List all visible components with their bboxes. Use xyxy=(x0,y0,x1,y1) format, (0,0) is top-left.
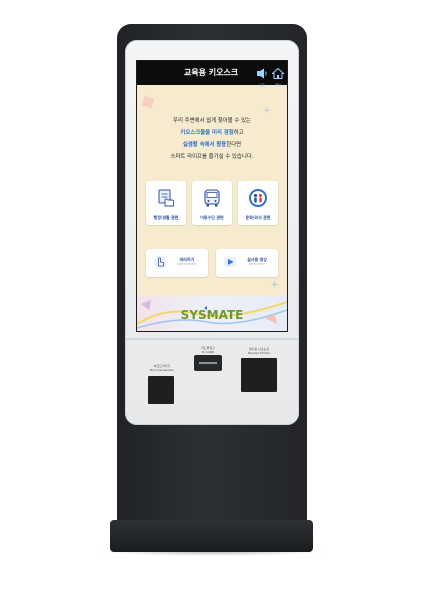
barcode-reader-label: 바코드리더기 Barcode Reader xyxy=(146,364,178,372)
sysmate-logo-text: SYSMATE xyxy=(181,308,243,322)
intro-line-3: 실생활 속에서 활용한다면 xyxy=(137,139,287,151)
deco-plus: + xyxy=(271,280,279,290)
play-icon xyxy=(224,257,236,267)
kiosk-base xyxy=(110,520,313,552)
home-button-label: 메인 xyxy=(275,83,281,87)
people-circle-icon xyxy=(249,189,267,207)
menu-admin-life-label: 행정/생활 관련 xyxy=(153,215,179,220)
receipt-printer-slot xyxy=(241,358,277,392)
home-button[interactable]: 메인 xyxy=(271,64,285,87)
pointer-hand-icon xyxy=(153,255,167,269)
receipt-printer-sub: Receipt Printer xyxy=(247,351,271,355)
screen-title: 교육용 키오스크 xyxy=(183,68,239,77)
intro-line-2-rest: 하고 xyxy=(233,130,244,136)
card-slot-sub: IC CARD xyxy=(201,350,215,354)
intro-line-1: 우리 주변에서 쉽게 찾아볼 수 있는 xyxy=(173,118,251,124)
intro-line-3-rest: 한다면 xyxy=(226,142,242,148)
barcode-reader-sub: Barcode Reader xyxy=(150,368,174,372)
sysmate-logo: SYSMATE xyxy=(181,306,243,322)
intro-highlight-2: 실생활 속에서 활용 xyxy=(182,142,227,148)
document-hand-icon xyxy=(158,189,174,207)
intro-line-2: 키오스크들을 미리 경험하고 xyxy=(137,127,287,139)
barcode-reader-slot xyxy=(148,376,174,404)
help-button[interactable]: 도움 xyxy=(255,64,269,87)
home-icon xyxy=(271,67,285,79)
bus-icon xyxy=(204,189,220,207)
menu-transport[interactable]: 이동수단 관련 xyxy=(192,181,232,225)
kiosk-screen: 교육용 키오스크 도움 메인 + + 우리 주변에서 쉽게 찾아볼 수 있는 키… xyxy=(136,60,288,332)
real-use-video-sub: 체험 영상 확인하기 xyxy=(249,264,265,266)
menu-admin-life[interactable]: 행정/생활 관련 xyxy=(146,181,186,225)
menu-culture-dining-label: 문화/외식 관련 xyxy=(245,215,271,220)
ic-card-slot-opening xyxy=(199,362,217,364)
real-use-video-label: 실사용 영상 xyxy=(247,257,267,262)
card-slot-label: 카드투입구 IC CARD xyxy=(190,346,226,354)
follow-along-sub: 단계별 따라하며 배우기 xyxy=(177,264,197,266)
intro-highlight-1: 키오스크들을 미리 경험 xyxy=(180,130,234,136)
menu-transport-label: 이동수단 관련 xyxy=(200,215,224,220)
screen-header: 교육용 키오스크 도움 메인 xyxy=(137,61,287,87)
face-divider xyxy=(125,338,299,340)
menu-culture-dining[interactable]: 문화/외식 관련 xyxy=(238,181,278,225)
intro-line-4: 스마트 라이프를 즐기실 수 있습니다. xyxy=(170,154,254,160)
real-use-video-button[interactable]: 실사용 영상 체험 영상 확인하기 xyxy=(216,249,278,277)
deco-square xyxy=(141,95,155,109)
help-button-label: 도움 xyxy=(259,83,265,87)
intro-text: 우리 주변에서 쉽게 찾아볼 수 있는 키오스크들을 미리 경험하고 실생활 속… xyxy=(137,115,287,163)
kiosk-stage: 교육용 키오스크 도움 메인 + + 우리 주변에서 쉽게 찾아볼 수 있는 키… xyxy=(0,0,422,600)
follow-along-button[interactable]: 따라하기 단계별 따라하며 배우기 xyxy=(146,249,208,277)
follow-along-label: 따라하기 xyxy=(179,257,195,262)
help-speaker-icon xyxy=(257,68,267,79)
receipt-printer-label: 영수증 나오는곳 Receipt Printer xyxy=(238,347,280,355)
